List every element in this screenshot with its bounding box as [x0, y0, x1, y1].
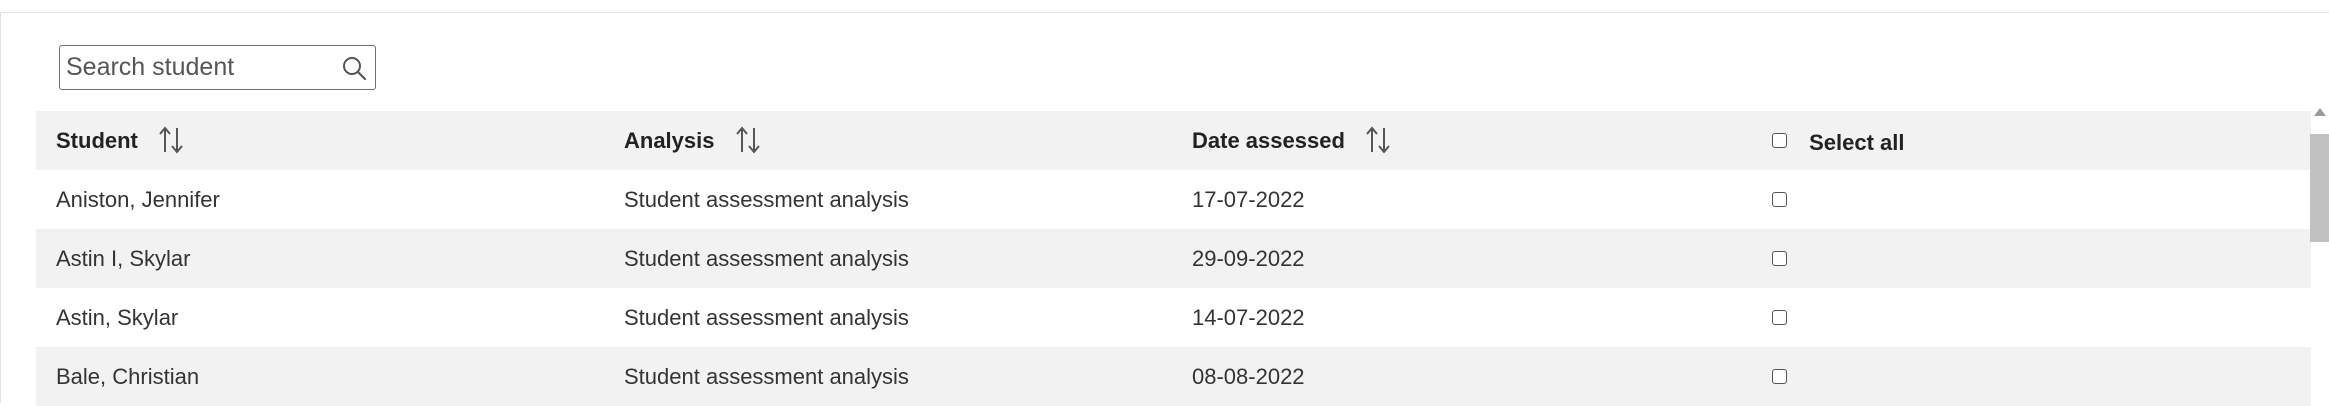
table-row[interactable]: Bale, Christian Student assessment analy…: [36, 347, 2311, 406]
student-name: Astin I, Skylar: [56, 246, 191, 271]
column-header-date-assessed[interactable]: Date assessed: [1192, 111, 1391, 170]
date-assessed: 29-09-2022: [1192, 246, 1305, 271]
scroll-thumb[interactable]: [2310, 134, 2329, 242]
date-assessed: 17-07-2022: [1192, 187, 1305, 212]
select-all[interactable]: Select all: [1772, 111, 1905, 170]
date-assessed: 08-08-2022: [1192, 364, 1305, 389]
sort-icon[interactable]: [735, 125, 761, 155]
column-header-student[interactable]: Student: [56, 111, 184, 170]
select-all-label: Select all: [1809, 129, 1905, 155]
column-header-student-label: Student: [56, 128, 138, 153]
row-checkbox[interactable]: [1772, 309, 1787, 325]
analysis-name: Student assessment analysis: [624, 187, 909, 212]
row-checkbox[interactable]: [1772, 191, 1787, 207]
search-box[interactable]: [59, 45, 376, 90]
search-icon[interactable]: [341, 55, 367, 81]
analysis-name: Student assessment analysis: [624, 305, 909, 330]
student-name: Aniston, Jennifer: [56, 187, 220, 212]
students-table: Student Analysis Date assessed Select al…: [36, 111, 2311, 406]
analysis-name: Student assessment analysis: [624, 364, 909, 389]
row-checkbox[interactable]: [1772, 250, 1787, 266]
column-header-date-label: Date assessed: [1192, 128, 1345, 153]
table-row[interactable]: Astin I, Skylar Student assessment analy…: [36, 229, 2311, 288]
content-panel: Student Analysis Date assessed: [0, 12, 2329, 406]
date-assessed: 14-07-2022: [1192, 305, 1305, 330]
scroll-up-arrow-icon[interactable]: [2314, 108, 2326, 116]
student-name: Astin, Skylar: [56, 305, 179, 330]
vertical-scrollbar[interactable]: [2309, 98, 2329, 403]
column-header-analysis[interactable]: Analysis: [624, 111, 761, 170]
sort-icon[interactable]: [1365, 125, 1391, 155]
row-checkbox[interactable]: [1772, 368, 1787, 384]
analysis-name: Student assessment analysis: [624, 246, 909, 271]
table-row[interactable]: Astin, Skylar Student assessment analysi…: [36, 288, 2311, 347]
column-header-analysis-label: Analysis: [624, 128, 715, 153]
row-select: [1772, 288, 1787, 347]
table-header-row: Student Analysis Date assessed Select al…: [36, 111, 2311, 170]
row-select: [1772, 229, 1787, 288]
row-select: [1772, 347, 1787, 406]
row-select: [1772, 170, 1787, 229]
search-input[interactable]: [66, 49, 326, 85]
sort-icon[interactable]: [158, 125, 184, 155]
table-row[interactable]: Aniston, Jennifer Student assessment ana…: [36, 170, 2311, 229]
student-name: Bale, Christian: [56, 364, 200, 389]
select-all-checkbox[interactable]: [1772, 132, 1787, 148]
